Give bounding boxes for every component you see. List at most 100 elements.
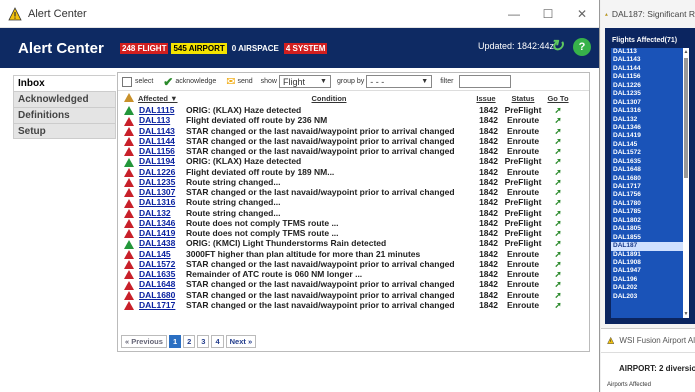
goto-arrow-icon[interactable]: ➚ xyxy=(547,187,569,197)
scroll-down-icon[interactable]: ▼ xyxy=(683,310,689,318)
flight-id-link[interactable]: DAL1226 xyxy=(138,167,185,177)
flight-list-item[interactable]: DAL202 xyxy=(611,284,689,292)
table-row[interactable]: DAL1194 ORIG: (KLAX) Haze detected 1842 Pre… xyxy=(120,156,569,167)
system-count-badge[interactable]: 4 SYSTEM xyxy=(283,42,328,54)
nav-item-setup[interactable]: Setup xyxy=(13,123,116,139)
minimize-button[interactable]: — xyxy=(497,7,531,21)
flight-id-link[interactable]: DAL1156 xyxy=(138,146,185,156)
flight-id-link[interactable]: DAL1438 xyxy=(138,238,185,248)
scroll-up-icon[interactable]: ▲ xyxy=(683,48,689,56)
goto-arrow-icon[interactable]: ➚ xyxy=(547,197,569,207)
table-row[interactable]: DAL1438 ORIG: (KMCI) Light Thunderstorms … xyxy=(120,238,569,249)
flight-id-link[interactable]: DAL1194 xyxy=(138,156,185,166)
table-row[interactable]: DAL1648 STAR changed or the last navaid/w… xyxy=(120,279,569,290)
flight-id-link[interactable]: DAL145 xyxy=(138,249,185,259)
flight-list-item[interactable]: DAL1316 xyxy=(611,107,689,115)
flight-list-item[interactable]: DAL1756 xyxy=(611,191,689,199)
flight-list-item[interactable]: DAL1226 xyxy=(611,82,689,90)
flight-id-link[interactable]: DAL1316 xyxy=(138,197,185,207)
goto-arrow-icon[interactable]: ➚ xyxy=(547,115,569,125)
table-row[interactable]: DAL113 Flight deviated off route by 236 N… xyxy=(120,115,569,126)
flight-list-item[interactable]: DAL1635 xyxy=(611,158,689,166)
table-row[interactable]: DAL1635 Remainder of ATC route is 060 NM … xyxy=(120,269,569,280)
flight-list-item[interactable]: DAL1648 xyxy=(611,166,689,174)
flight-count-badge[interactable]: 248 FLIGHT xyxy=(120,42,169,54)
flight-list-item[interactable]: DAL1805 xyxy=(611,225,689,233)
flight-list-item[interactable]: DAL1780 xyxy=(611,200,689,208)
flight-list-item[interactable]: DAL196 xyxy=(611,276,689,284)
group-by-select[interactable]: - - - ▼ xyxy=(366,75,433,88)
flight-id-link[interactable]: DAL1648 xyxy=(138,279,185,289)
help-icon[interactable]: ? xyxy=(573,38,591,56)
flight-list-item[interactable]: DAL1947 xyxy=(611,267,689,275)
acknowledge-label[interactable]: acknowledge xyxy=(175,78,216,85)
flight-list-item[interactable]: DAL1235 xyxy=(611,90,689,98)
table-row[interactable]: DAL145 3000FT higher than plan altitude f… xyxy=(120,249,569,259)
table-row[interactable]: DAL1572 STAR changed or the last navaid/w… xyxy=(120,259,569,269)
nav-item-inbox[interactable]: Inbox xyxy=(13,75,116,91)
goto-arrow-icon[interactable]: ➚ xyxy=(547,279,569,289)
goto-arrow-icon[interactable]: ➚ xyxy=(547,269,569,279)
goto-arrow-icon[interactable]: ➚ xyxy=(547,136,569,146)
flights-scrollbar[interactable]: ▲ ▼ xyxy=(683,48,689,318)
nav-item-definitions[interactable]: Definitions xyxy=(13,107,116,123)
table-row[interactable]: DAL1156 STAR changed or the last navaid/w… xyxy=(120,146,569,157)
flight-list-item[interactable]: DAL145 xyxy=(611,141,689,149)
flight-id-link[interactable]: DAL1115 xyxy=(138,105,185,115)
refresh-icon[interactable]: ↻ xyxy=(547,37,567,57)
select-label[interactable]: select xyxy=(135,78,153,85)
window-titlebar[interactable]: Alert Center — ☐ ✕ xyxy=(0,0,599,28)
flight-list-item[interactable]: DAL1891 xyxy=(611,251,689,259)
flight-id-link[interactable]: DAL1717 xyxy=(138,300,185,310)
flight-id-link[interactable]: DAL1143 xyxy=(138,126,185,136)
goto-arrow-icon[interactable]: ➚ xyxy=(547,167,569,177)
select-all-checkbox[interactable] xyxy=(122,76,132,87)
flight-list-item[interactable]: DAL1572 xyxy=(611,149,689,157)
flight-list-item[interactable]: DAL1855 xyxy=(611,234,689,242)
table-row[interactable]: DAL1419 Route does not comply TFMS route … xyxy=(120,228,569,239)
filter-input[interactable] xyxy=(459,75,512,88)
flight-list-item[interactable]: DAL132 xyxy=(611,116,689,124)
flight-id-link[interactable]: DAL1572 xyxy=(138,259,185,269)
flight-list-item[interactable]: DAL113 xyxy=(611,48,689,56)
goto-arrow-icon[interactable]: ➚ xyxy=(547,126,569,136)
flight-list-item[interactable]: DAL1908 xyxy=(611,259,689,267)
maximize-button[interactable]: ☐ xyxy=(531,7,565,21)
flight-list-item[interactable]: DAL1680 xyxy=(611,175,689,183)
send-icon[interactable]: ✉ xyxy=(226,75,235,88)
detail-titlebar[interactable]: DAL187: Significant R xyxy=(601,0,695,28)
flight-id-link[interactable]: DAL1307 xyxy=(138,187,185,197)
goto-arrow-icon[interactable]: ➚ xyxy=(547,259,569,269)
page-2-button[interactable]: 2 xyxy=(183,335,196,348)
table-row[interactable]: DAL1316 Route string changed... 1842 PreFli… xyxy=(120,197,569,208)
next-page-button[interactable]: Next » xyxy=(225,335,257,348)
flight-id-link[interactable]: DAL1635 xyxy=(138,269,185,279)
affected-column-header[interactable]: Affected ▼ xyxy=(138,91,185,105)
fusion-titlebar[interactable]: WSI Fusion Airport Al xyxy=(601,329,695,353)
flight-list-item[interactable]: DAL203 xyxy=(611,293,689,301)
flight-id-link[interactable]: DAL113 xyxy=(138,115,185,125)
flight-list-item[interactable]: DAL1419 xyxy=(611,132,689,140)
goto-arrow-icon[interactable]: ➚ xyxy=(547,228,569,238)
flight-id-link[interactable]: DAL132 xyxy=(138,208,185,218)
goto-arrow-icon[interactable]: ➚ xyxy=(547,300,569,310)
table-row[interactable]: DAL1307 STAR changed or the last navaid/w… xyxy=(120,187,569,198)
flight-id-link[interactable]: DAL1144 xyxy=(138,136,185,146)
table-row[interactable]: DAL1235 Route string changed... 1842 PreFli… xyxy=(120,177,569,187)
page-3-button[interactable]: 3 xyxy=(197,335,210,348)
table-row[interactable]: DAL1143 STAR changed or the last navaid/w… xyxy=(120,126,569,136)
flight-list-item[interactable]: DAL1143 xyxy=(611,56,689,64)
flights-affected-list[interactable]: DAL113 DAL1143 DAL1144 DAL1156 DAL1226 DAL123… xyxy=(611,48,689,318)
goto-arrow-icon[interactable]: ➚ xyxy=(547,290,569,300)
flight-id-link[interactable]: DAL1419 xyxy=(138,228,185,238)
flight-list-item[interactable]: DAL1785 xyxy=(611,208,689,216)
close-button[interactable]: ✕ xyxy=(565,7,599,21)
table-row[interactable]: DAL1346 Route does not comply TFMS route … xyxy=(120,218,569,228)
table-row[interactable]: DAL1226 Flight deviated off route by 189 … xyxy=(120,167,569,177)
flight-list-item[interactable]: DAL1802 xyxy=(611,217,689,225)
acknowledge-icon[interactable]: ✔ xyxy=(163,75,173,89)
scroll-thumb[interactable] xyxy=(684,58,688,178)
table-row[interactable]: DAL1115 ORIG: (KLAX) Haze detected 1842 Pre… xyxy=(120,105,569,116)
goto-arrow-icon[interactable]: ➚ xyxy=(547,105,569,115)
flight-id-link[interactable]: DAL1680 xyxy=(138,290,185,300)
